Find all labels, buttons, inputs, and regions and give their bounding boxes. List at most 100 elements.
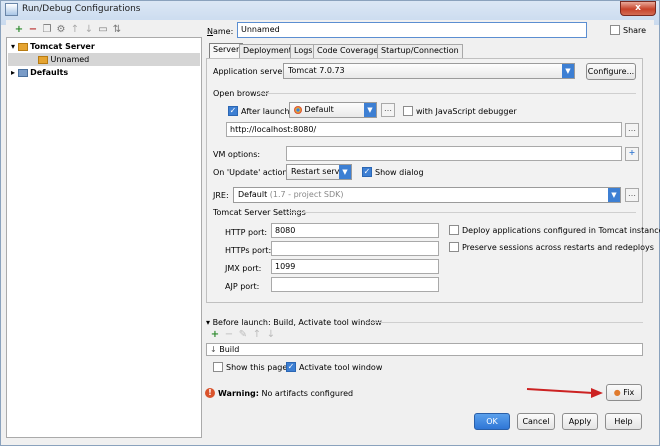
ajp-port-input[interactable] <box>271 277 439 292</box>
close-button[interactable]: x <box>620 1 656 16</box>
preserve-sessions-checkbox[interactable] <box>449 242 459 252</box>
js-debugger-label: with JavaScript debugger <box>416 107 517 116</box>
browser-value: Default <box>304 105 334 114</box>
warning-prefix: Warning: <box>218 389 259 398</box>
app-server-select[interactable]: Tomcat 7.0.73 ▼ <box>283 63 575 79</box>
warning-text: No artifacts configured <box>261 389 354 398</box>
move-down-icon[interactable]: ↓ <box>84 25 94 35</box>
name-input[interactable]: Unnamed <box>237 22 587 38</box>
ajp-port-label: AJP port: <box>225 282 260 291</box>
title-bar: Run/Debug Configurations x <box>0 0 660 20</box>
show-dialog-label: Show dialog <box>375 168 424 177</box>
url-input[interactable]: http://localhost:8080/ <box>226 122 622 137</box>
ok-button[interactable]: OK <box>474 413 510 430</box>
tab-deployment[interactable]: Deployment <box>239 44 296 58</box>
https-port-input[interactable] <box>271 241 439 256</box>
build-icon: ↓ <box>210 345 217 354</box>
tree-item-unnamed[interactable]: Unnamed <box>8 53 200 66</box>
tree-toolbar: + − ❐ ⚙ ↑ ↓ ▭ ⇅ <box>14 25 154 37</box>
url-more-button[interactable]: … <box>625 123 639 137</box>
lightbulb-icon: ● <box>613 388 621 397</box>
show-page-label: Show this page <box>226 363 288 372</box>
collapse-icon[interactable]: ▸ <box>11 68 15 77</box>
add-icon[interactable]: + <box>14 25 24 35</box>
jre-label: JRE: <box>213 191 229 200</box>
move-down-icon[interactable]: ↓ <box>266 330 276 340</box>
tree-item-label: Tomcat Server <box>30 42 95 51</box>
chevron-down-icon: ▼ <box>608 188 620 202</box>
jmx-port-input[interactable]: 1099 <box>271 259 439 274</box>
vm-options-label: VM options: <box>213 150 261 159</box>
tomcat-icon <box>17 42 28 51</box>
activate-tool-window-label: Activate tool window <box>299 363 383 372</box>
expand-icon[interactable]: ▾ <box>11 42 15 51</box>
warning-message: Warning: No artifacts configured <box>218 389 353 398</box>
vm-options-expand-button[interactable]: + <box>625 147 639 161</box>
app-server-label: Application server: <box>213 67 289 76</box>
share-label: Share <box>623 26 647 35</box>
cancel-button[interactable]: Cancel <box>517 413 555 430</box>
help-button[interactable]: Help <box>605 413 642 430</box>
move-up-icon[interactable]: ↑ <box>252 330 262 340</box>
chrome-icon <box>294 105 302 114</box>
vm-options-input[interactable] <box>286 146 622 161</box>
folder-icon[interactable]: ▭ <box>98 25 108 35</box>
name-label: Name: <box>207 27 234 36</box>
copy-icon[interactable]: ❐ <box>42 25 52 35</box>
jmx-port-label: JMX port: <box>225 264 262 273</box>
warning-icon: ! <box>205 388 215 398</box>
before-launch-item: Build <box>219 345 240 354</box>
chevron-down-icon: ▼ <box>339 165 351 179</box>
tree-item-defaults[interactable]: ▸ Defaults <box>11 66 197 79</box>
settings-icon[interactable]: ⚙ <box>56 25 66 35</box>
jre-select[interactable]: Default (1.7 - project SDK) ▼ <box>233 187 621 203</box>
remove-icon[interactable]: − <box>28 25 38 35</box>
https-port-label: HTTPs port: <box>225 246 272 255</box>
http-port-input[interactable]: 8080 <box>271 223 439 238</box>
tomcat-icon <box>38 55 48 64</box>
window-title: Run/Debug Configurations <box>22 4 141 14</box>
defaults-icon <box>17 68 28 77</box>
before-launch-toolbar: + − ✎ ↑ ↓ <box>210 330 290 341</box>
fix-button-label: Fix <box>623 388 635 397</box>
update-action-label: On 'Update' action: <box>213 168 291 177</box>
move-up-icon[interactable]: ↑ <box>70 25 80 35</box>
divider <box>365 322 643 323</box>
show-dialog-checkbox[interactable]: ✓ <box>362 167 372 177</box>
divider <box>258 93 636 94</box>
fix-button[interactable]: ● Fix <box>606 384 642 401</box>
app-icon <box>5 3 18 16</box>
tab-code-coverage[interactable]: Code Coverage <box>313 44 383 58</box>
tab-startup-connection[interactable]: Startup/Connection <box>377 44 463 58</box>
preserve-sessions-label: Preserve sessions across restarts and re… <box>462 243 654 252</box>
after-launch-label: After launch <box>241 107 290 116</box>
chevron-down-icon: ▼ <box>364 103 376 117</box>
remove-icon[interactable]: − <box>224 330 234 340</box>
update-action-select[interactable]: Restart server ▼ <box>286 164 352 180</box>
red-arrow-annotation <box>526 388 603 398</box>
browser-more-button[interactable]: … <box>381 103 395 117</box>
deploy-apps-checkbox[interactable] <box>449 225 459 235</box>
before-launch-list[interactable]: ↓ Build <box>206 343 643 356</box>
edit-icon[interactable]: ✎ <box>238 330 248 340</box>
apply-button[interactable]: Apply <box>562 413 598 430</box>
configure-button[interactable]: Configure... <box>586 63 636 80</box>
activate-tool-window-checkbox[interactable]: ✓ <box>286 362 296 372</box>
share-checkbox[interactable] <box>610 25 620 35</box>
js-debugger-checkbox[interactable] <box>403 106 413 116</box>
http-port-label: HTTP port: <box>225 228 268 237</box>
chevron-down-icon: ▼ <box>562 64 574 78</box>
deploy-apps-label: Deploy applications configured in Tomcat… <box>462 226 660 235</box>
jre-hint: (1.7 - project SDK) <box>269 190 344 199</box>
sort-icon[interactable]: ⇅ <box>112 25 122 35</box>
add-icon[interactable]: + <box>210 330 220 340</box>
tree-item-label: Unnamed <box>50 55 90 64</box>
browser-select[interactable]: Default ▼ <box>289 102 377 118</box>
app-server-value: Tomcat 7.0.73 <box>288 66 345 75</box>
show-page-checkbox[interactable] <box>213 362 223 372</box>
jre-value: Default <box>238 190 268 199</box>
tree-item-tomcat-server[interactable]: ▾ Tomcat Server <box>11 40 197 53</box>
before-launch-title[interactable]: ▾ Before launch: Build, Activate tool wi… <box>206 318 382 327</box>
after-launch-checkbox[interactable]: ✓ <box>228 106 238 116</box>
jre-more-button[interactable]: … <box>625 188 639 202</box>
